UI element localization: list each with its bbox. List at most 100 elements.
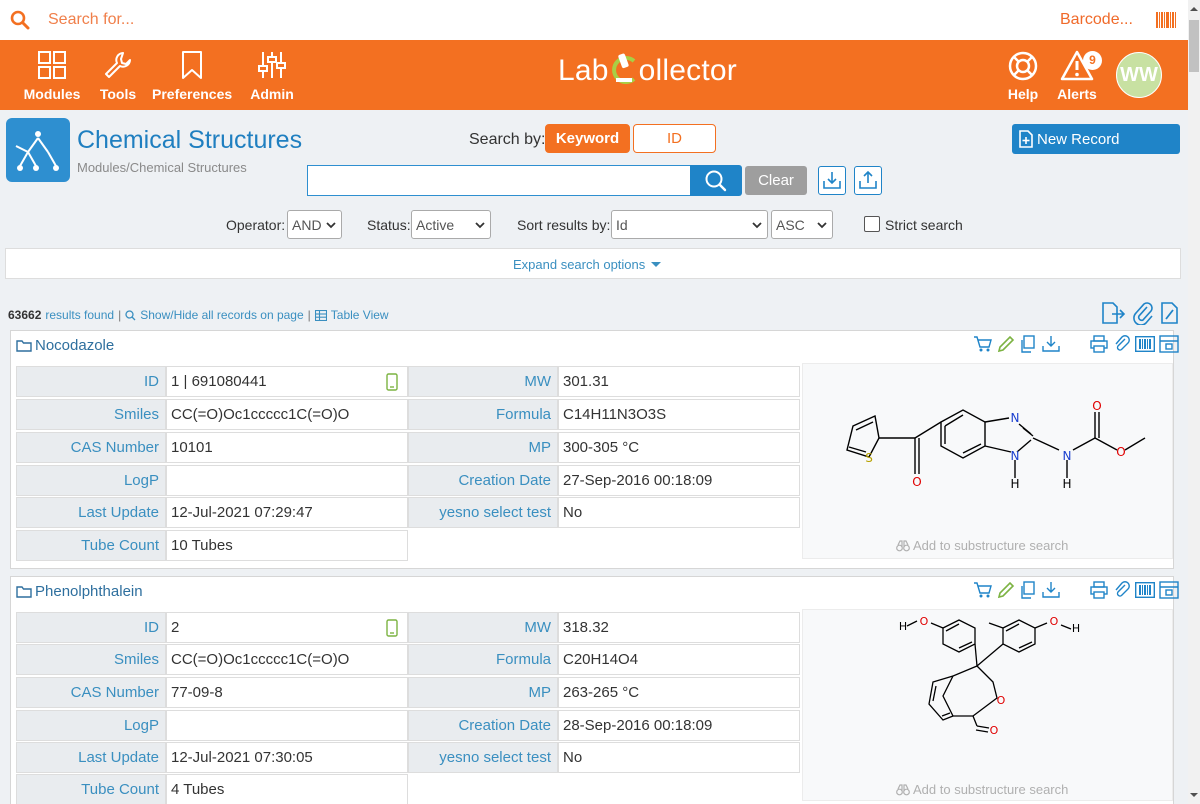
expand-search-options-link[interactable]: Expand search options bbox=[513, 257, 662, 272]
search-by-label: Search by: bbox=[469, 131, 546, 148]
nav-item-label: Modules bbox=[23, 86, 81, 102]
user-avatar[interactable]: WW bbox=[1116, 52, 1162, 98]
print-icon[interactable] bbox=[1089, 335, 1109, 353]
paperclip-icon[interactable] bbox=[1113, 335, 1131, 353]
search-by-id-button[interactable]: ID bbox=[633, 124, 716, 153]
scrollbar-thumb[interactable] bbox=[1189, 20, 1199, 72]
record-name: Phenolphthalein bbox=[35, 583, 143, 600]
field-value-logp bbox=[166, 710, 408, 741]
paperclip-icon[interactable] bbox=[1113, 581, 1131, 599]
status-select[interactable]: Active bbox=[411, 210, 491, 239]
substructure-label: Add to substructure search bbox=[913, 538, 1069, 553]
nav-item-admin[interactable]: Admin bbox=[248, 40, 296, 110]
barcode-search-link[interactable]: Barcode... bbox=[1060, 11, 1133, 29]
box-storage-icon[interactable] bbox=[1159, 581, 1179, 599]
paperclip-icon[interactable] bbox=[1132, 301, 1154, 325]
nav-item-modules[interactable]: Modules bbox=[22, 40, 82, 110]
nav-item-tools[interactable]: Tools bbox=[96, 40, 140, 110]
page-scrollbar[interactable] bbox=[1188, 0, 1200, 804]
expand-search-label: Expand search options bbox=[513, 257, 646, 272]
field-value-tube-count: 10 Tubes bbox=[166, 530, 408, 561]
field-value-cas: 77-09-8 bbox=[166, 677, 408, 708]
nav-item-label: Alerts bbox=[1057, 86, 1097, 102]
edit-file-icon[interactable] bbox=[1160, 301, 1180, 325]
field-label-mw: MW bbox=[408, 612, 558, 643]
clear-button[interactable]: Clear bbox=[745, 166, 807, 195]
box-storage-icon[interactable] bbox=[1159, 335, 1179, 353]
print-icon[interactable] bbox=[1089, 581, 1109, 599]
field-label-formula: Formula bbox=[408, 644, 558, 675]
add-to-substructure-search-link[interactable]: Add to substructure search bbox=[896, 782, 1068, 797]
record-card: Phenolphthalein ID 2 Smiles CC(=O)Oc1ccc… bbox=[10, 576, 1179, 804]
top-search-input[interactable] bbox=[48, 8, 648, 32]
field-value-yesno: No bbox=[558, 497, 800, 528]
barcode-icon[interactable] bbox=[1135, 581, 1155, 599]
upload-tray-icon bbox=[859, 170, 877, 189]
search-by-keyword-button[interactable]: Keyword bbox=[545, 124, 630, 153]
field-label-last-update: Last Update bbox=[16, 742, 166, 773]
show-hide-all-link[interactable]: Show/Hide all records on page bbox=[140, 308, 303, 322]
cart-icon[interactable] bbox=[973, 335, 993, 353]
keyword-search-input[interactable] bbox=[307, 165, 691, 196]
field-label-last-update: Last Update bbox=[16, 497, 166, 528]
search-submit-button[interactable] bbox=[690, 165, 742, 196]
operator-select[interactable]: AND bbox=[287, 210, 342, 239]
strict-search-checkbox[interactable] bbox=[864, 216, 880, 232]
atom-label: O bbox=[1092, 399, 1101, 413]
nav-item-preferences[interactable]: Preferences bbox=[152, 40, 232, 110]
folder-icon bbox=[16, 586, 32, 598]
barcode-icon[interactable] bbox=[1135, 335, 1155, 353]
pencil-icon[interactable] bbox=[997, 335, 1015, 353]
sliders-icon bbox=[258, 52, 286, 78]
field-value-last-update: 12-Jul-2021 07:29:47 bbox=[166, 497, 408, 528]
status-value: Active bbox=[416, 216, 455, 233]
scroll-down-arrow-icon[interactable] bbox=[1188, 790, 1200, 800]
nav-item-help[interactable]: Help bbox=[1003, 40, 1043, 110]
binoculars-icon bbox=[896, 539, 910, 551]
atom-label: H bbox=[899, 620, 907, 633]
barcode-icon[interactable] bbox=[1156, 12, 1176, 28]
atom-label: O bbox=[1050, 615, 1059, 628]
new-record-button[interactable]: New Record bbox=[1012, 124, 1180, 154]
field-label-id: ID bbox=[16, 366, 166, 397]
field-label-smiles: Smiles bbox=[16, 399, 166, 430]
scroll-up-arrow-icon[interactable] bbox=[1188, 4, 1200, 14]
labcollector-logo[interactable]: Lab ollector bbox=[558, 52, 737, 86]
export-button[interactable] bbox=[854, 166, 882, 195]
field-value-creation-date: 27-Sep-2016 00:18:09 bbox=[558, 465, 800, 496]
chevron-down-icon bbox=[326, 222, 336, 229]
strict-search-label[interactable]: Strict search bbox=[885, 217, 963, 233]
sort-order-select[interactable]: ASC bbox=[771, 210, 833, 239]
table-icon bbox=[314, 309, 327, 321]
copy-icon[interactable] bbox=[1019, 335, 1037, 353]
atom-label: H bbox=[1010, 477, 1019, 491]
field-value-logp bbox=[166, 465, 408, 496]
record-title[interactable]: Nocodazole bbox=[16, 337, 114, 354]
operator-label: Operator: bbox=[226, 217, 286, 233]
download-icon[interactable] bbox=[1041, 335, 1061, 353]
field-label-mp: MP bbox=[408, 432, 558, 463]
pencil-icon[interactable] bbox=[997, 581, 1015, 599]
nav-item-label: Preferences bbox=[152, 86, 233, 102]
record-title[interactable]: Phenolphthalein bbox=[16, 583, 143, 600]
mobile-device-icon[interactable] bbox=[385, 619, 399, 637]
download-icon[interactable] bbox=[1041, 581, 1061, 599]
export-file-icon[interactable] bbox=[1100, 301, 1126, 325]
record-name: Nocodazole bbox=[35, 337, 115, 354]
table-view-link[interactable]: Table View bbox=[331, 308, 389, 322]
import-button[interactable] bbox=[818, 166, 846, 195]
field-value-yesno: No bbox=[558, 742, 800, 773]
field-label-logp: LogP bbox=[16, 465, 166, 496]
cart-icon[interactable] bbox=[973, 581, 993, 599]
field-value-cas: 10101 bbox=[166, 432, 408, 463]
copy-icon[interactable] bbox=[1019, 581, 1037, 599]
mobile-device-icon[interactable] bbox=[385, 373, 399, 391]
atom-label: N bbox=[1011, 449, 1020, 463]
search-icon[interactable] bbox=[10, 10, 30, 30]
results-summary-bar: 63662 results found | Show/Hide all reco… bbox=[8, 308, 389, 322]
page-title: Chemical Structures bbox=[77, 126, 303, 154]
field-label-yesno: yesno select test bbox=[408, 742, 558, 773]
bookmark-icon bbox=[182, 51, 202, 79]
add-to-substructure-search-link[interactable]: Add to substructure search bbox=[896, 538, 1068, 553]
sort-field-select[interactable]: Id bbox=[611, 210, 768, 239]
